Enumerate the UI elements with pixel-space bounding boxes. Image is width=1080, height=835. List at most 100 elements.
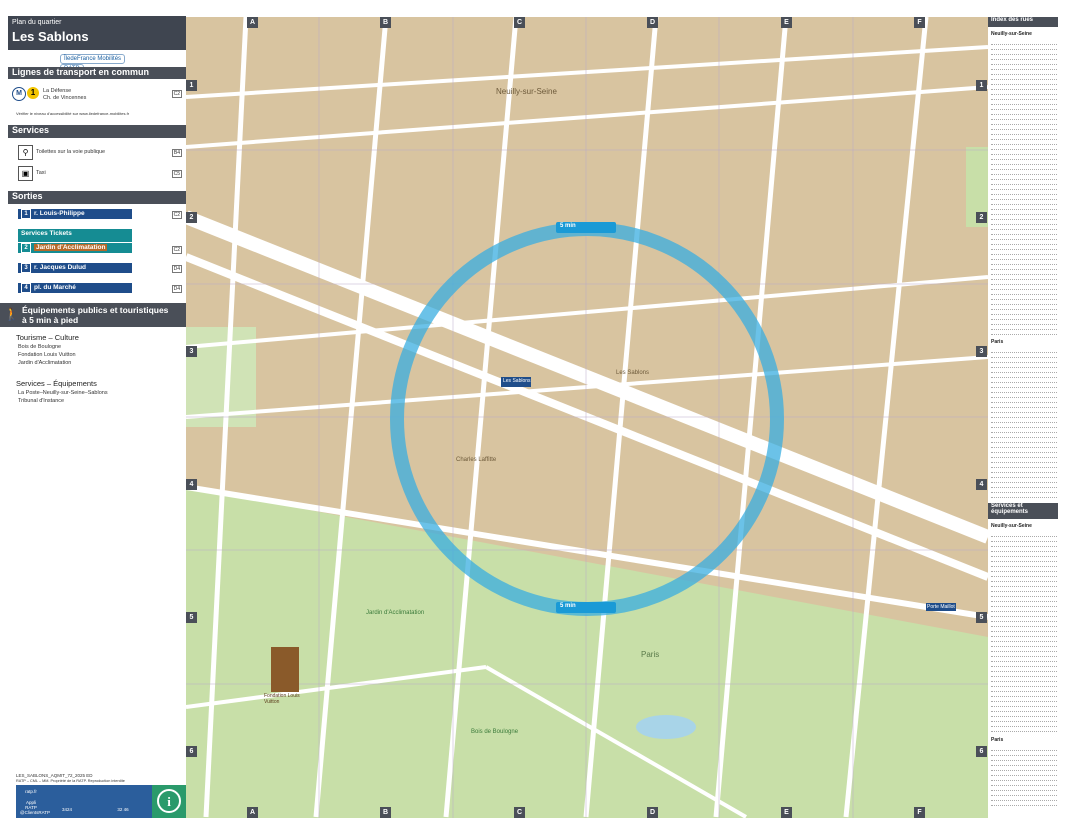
index-row	[991, 439, 1057, 443]
grid-col-a-bottom: A	[247, 807, 258, 818]
index-row	[991, 311, 1057, 315]
index-row	[991, 211, 1057, 215]
label-bois: Bois de Boulogne	[471, 729, 519, 735]
index-row	[991, 683, 1057, 687]
exit-2-label: Jardin d'Acclimatation	[34, 244, 108, 251]
index-row	[991, 623, 1057, 627]
index-row	[991, 782, 1057, 786]
index-row	[991, 698, 1057, 702]
index-row	[991, 573, 1057, 577]
index-row	[991, 668, 1057, 672]
grid-row-4-right: 4	[976, 479, 987, 490]
index-row	[991, 708, 1057, 712]
label-fondation: Fondation Louis Vuitton	[264, 693, 300, 705]
grid-col-d-bottom: D	[647, 807, 658, 818]
index-row	[991, 628, 1057, 632]
grid-col-e-bottom: E	[781, 807, 792, 818]
index-row	[991, 271, 1057, 275]
accessibility-note: Vérifier le niveau d'accessibilité sur w…	[16, 111, 130, 116]
index-row	[991, 663, 1057, 667]
poi-fondation[interactable]: Fondation Louis Vuitton	[18, 352, 76, 358]
index-row	[991, 603, 1057, 607]
index-row	[991, 221, 1057, 225]
index-row	[991, 186, 1057, 190]
index-row	[991, 728, 1057, 732]
index-row	[991, 276, 1057, 280]
index-row	[991, 693, 1057, 697]
poi-title-line2: à 5 min à pied	[22, 315, 79, 325]
label-paris: Paris	[641, 650, 660, 659]
index-row	[991, 231, 1057, 235]
exit-1[interactable]: 1 r. Louis-Philippe	[18, 209, 132, 219]
index-row	[991, 747, 1057, 751]
index-row	[991, 306, 1057, 310]
index-row	[991, 653, 1057, 657]
index-row	[991, 479, 1057, 483]
index-row	[991, 91, 1057, 95]
exit-services[interactable]: Services Tickets	[18, 229, 132, 242]
index-row	[991, 658, 1057, 662]
poi-title-line1: Équipements publics et touristiques	[22, 305, 169, 315]
index-row	[991, 772, 1057, 776]
index-row	[991, 349, 1057, 353]
destination-1: La Défense	[43, 88, 72, 94]
walk-label-top: 5 min	[560, 223, 576, 229]
grid-row-5-right: 5	[976, 612, 987, 623]
poi-jardin[interactable]: Jardin d'Acclimatation	[18, 360, 71, 366]
exit-3[interactable]: 3 r. Jacques Dulud	[18, 263, 132, 273]
metro-icon: M	[12, 87, 26, 101]
poi-bois[interactable]: Bois de Boulogne	[18, 344, 61, 350]
index-row	[991, 648, 1057, 652]
index-row	[991, 459, 1057, 463]
contact-bar: ratp.fr Appli RATP 3424 @ClientsRATP 32 …	[16, 785, 186, 818]
contact-web[interactable]: ratp.fr	[20, 789, 42, 794]
index-row	[991, 792, 1057, 796]
index-services-paris: Paris	[991, 737, 1004, 743]
exit-1-label: r. Louis-Philippe	[34, 210, 85, 217]
index-row	[991, 354, 1057, 358]
line-1-badge: 1	[27, 87, 39, 99]
index-row	[991, 703, 1057, 707]
index-row	[991, 404, 1057, 408]
index-row	[991, 618, 1057, 622]
index-row	[991, 146, 1057, 150]
poi-poste[interactable]: La Poste–Neuilly-sur-Seine–Sablons	[18, 390, 108, 396]
contact-twitter[interactable]: @ClientsRATP	[20, 810, 50, 815]
index-row	[991, 41, 1057, 45]
index-row	[991, 166, 1057, 170]
exit-2[interactable]: 2 Jardin d'Acclimatation	[18, 243, 132, 253]
index-row	[991, 489, 1057, 493]
index-row	[991, 111, 1057, 115]
index-row	[991, 613, 1057, 617]
taxi-icon: ▣	[18, 166, 33, 181]
index-row	[991, 176, 1057, 180]
grid-row-4-left: 4	[186, 479, 197, 490]
contact-app[interactable]: Appli RATP	[20, 800, 42, 810]
contact-phone[interactable]: 3424	[56, 807, 78, 812]
index-row	[991, 777, 1057, 781]
poi-section-title: 🚶 Équipements publics et touristiques à …	[0, 303, 186, 327]
grid-col-c-top: C	[514, 17, 525, 28]
exit-4[interactable]: 4 pl. du Marché	[18, 283, 132, 293]
index-row	[991, 409, 1057, 413]
poi-tribunal[interactable]: Tribunal d'Instance	[18, 398, 64, 404]
index-row	[991, 444, 1057, 448]
index-row	[991, 718, 1057, 722]
grid-col-f-bottom: F	[914, 807, 925, 818]
index-row	[991, 568, 1057, 572]
index-row	[991, 126, 1057, 130]
contact-phone-2[interactable]: 32 46	[112, 807, 134, 812]
index-neuilly-title: Neuilly-sur-Seine	[991, 31, 1032, 37]
index-row	[991, 171, 1057, 175]
destination-2: Ch. de Vincennes	[43, 95, 87, 101]
exit-3-label: r. Jacques Dulud	[34, 264, 87, 271]
index-row	[991, 673, 1057, 677]
index-row	[991, 364, 1057, 368]
index-row	[991, 688, 1057, 692]
index-services-title: Services et équipements	[988, 503, 1058, 519]
index-row	[991, 394, 1057, 398]
label-station: Les Sablons	[503, 378, 531, 384]
index-row	[991, 161, 1057, 165]
neighbourhood-map[interactable]: 5 min 5 min Neuilly-sur-Seine Les Sablon…	[186, 17, 988, 818]
index-row	[991, 201, 1057, 205]
